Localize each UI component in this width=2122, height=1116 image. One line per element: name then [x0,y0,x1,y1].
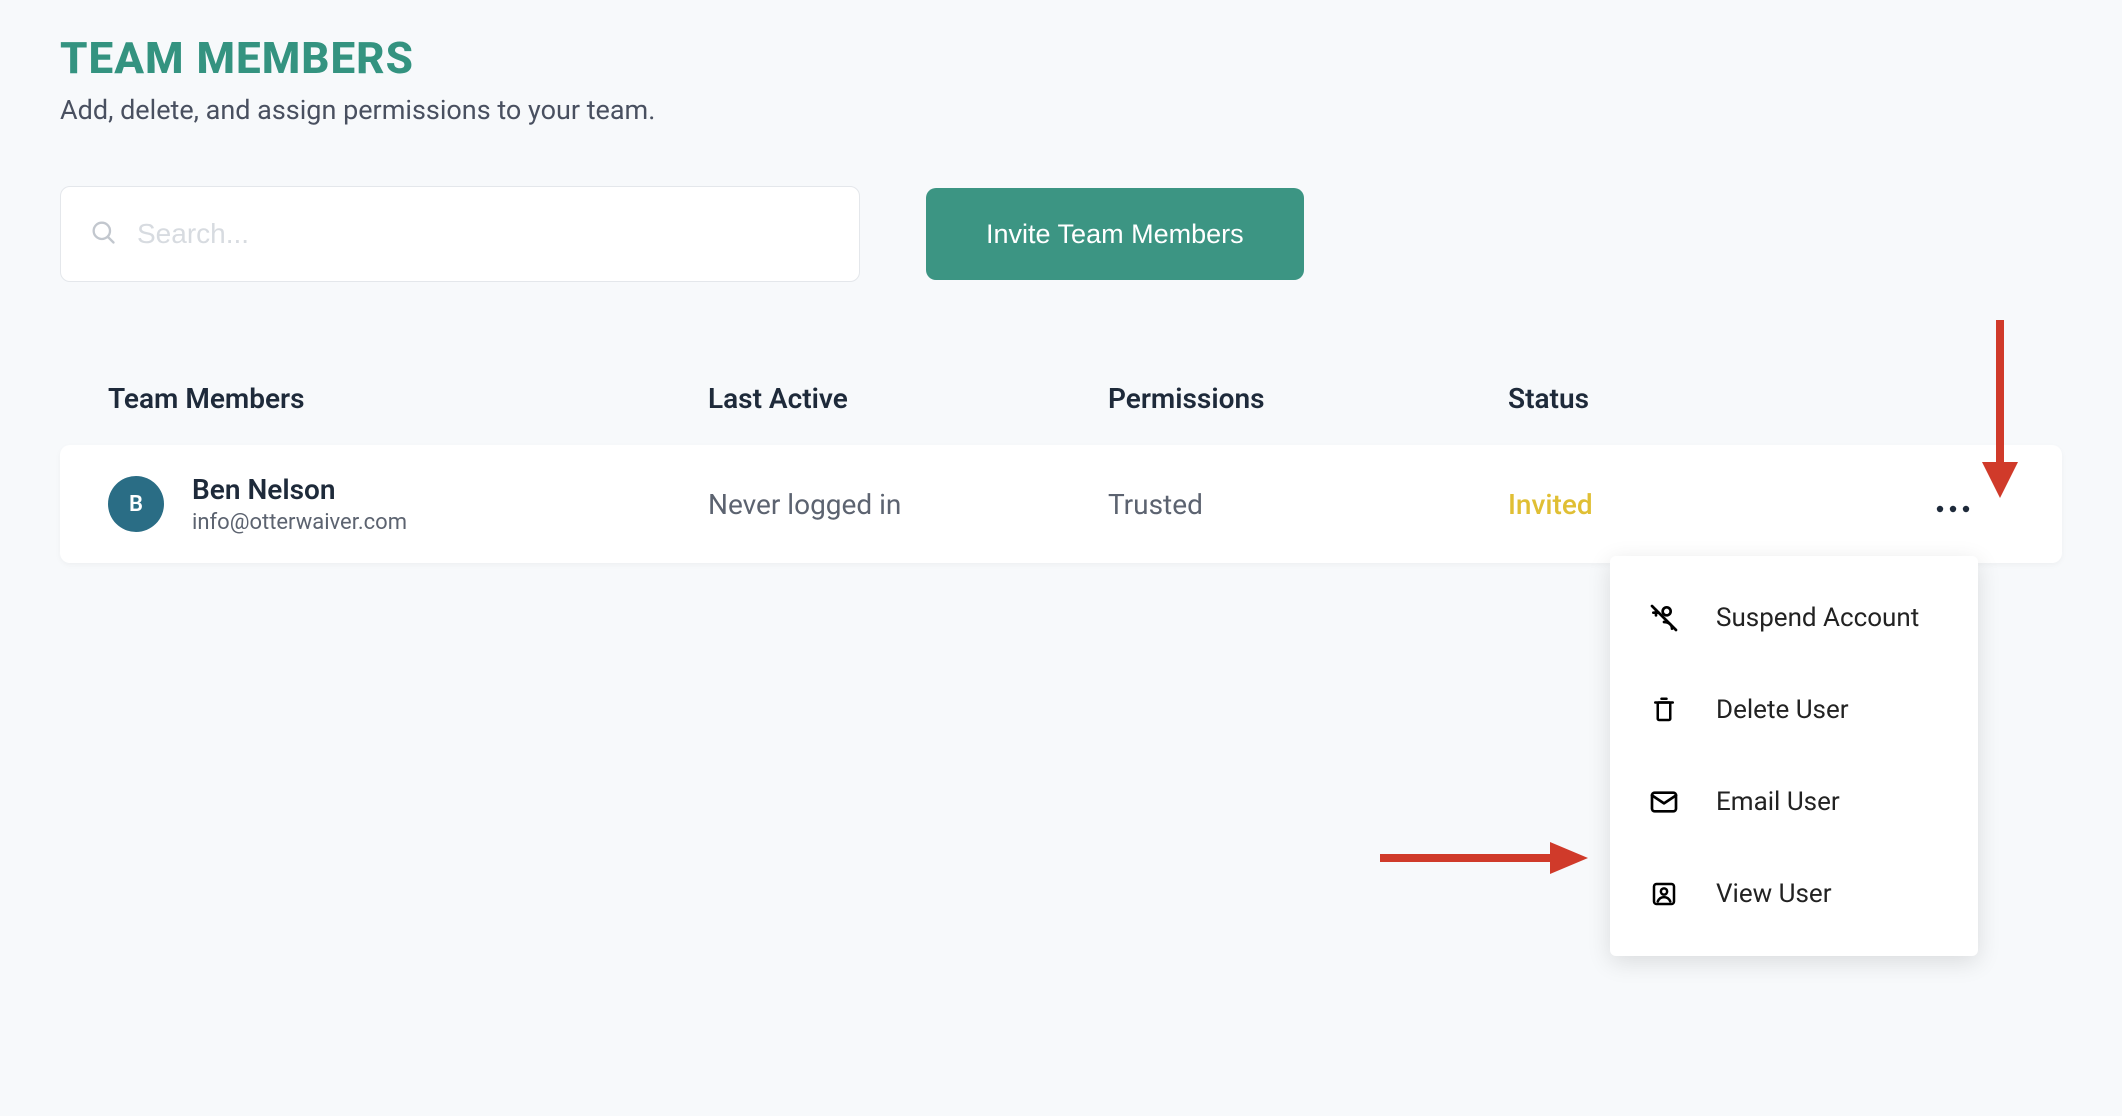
column-header-members: Team Members [108,382,708,415]
search-input[interactable] [137,218,831,250]
menu-item-label: View User [1716,879,1832,909]
table-header-row: Team Members Last Active Permissions Sta… [60,382,2062,445]
user-card-icon [1646,876,1682,912]
person-off-icon [1646,600,1682,636]
cell-status: Invited [1508,488,1908,521]
mail-icon [1646,784,1682,820]
menu-item-label: Delete User [1716,695,1849,725]
cell-permissions: Trusted [1108,488,1508,521]
menu-item-label: Suspend Account [1716,603,1919,633]
avatar: B [108,476,164,532]
page-subtitle: Add, delete, and assign permissions to y… [60,94,2062,126]
member-email: info@otterwaiver.com [192,510,407,535]
menu-item-label: Email User [1716,787,1840,817]
menu-item-suspend-account[interactable]: Suspend Account [1610,572,1978,664]
column-header-status: Status [1508,382,1908,415]
more-horizontal-icon [1936,487,1970,520]
column-header-permissions: Permissions [1108,382,1508,415]
trash-icon [1646,692,1682,728]
invite-team-members-button[interactable]: Invite Team Members [926,188,1304,280]
cell-last-active: Never logged in [708,488,1108,521]
table-row: B Ben Nelson info@otterwaiver.com Never … [60,445,2062,563]
annotation-arrow-right-icon [1380,838,1590,878]
row-actions-button[interactable] [1928,479,1978,529]
column-header-last-active: Last Active [708,382,1108,415]
menu-item-email-user[interactable]: Email User [1610,756,1978,848]
member-name: Ben Nelson [192,473,407,506]
menu-item-delete-user[interactable]: Delete User [1610,664,1978,756]
team-members-table: Team Members Last Active Permissions Sta… [60,382,2062,563]
menu-item-view-user[interactable]: View User [1610,848,1978,940]
search-field-wrap[interactable] [60,186,860,282]
page-title: TEAM MEMBERS [60,32,2062,84]
search-icon [89,218,117,250]
row-actions-menu: Suspend Account Delete User Email User [1610,556,1978,956]
